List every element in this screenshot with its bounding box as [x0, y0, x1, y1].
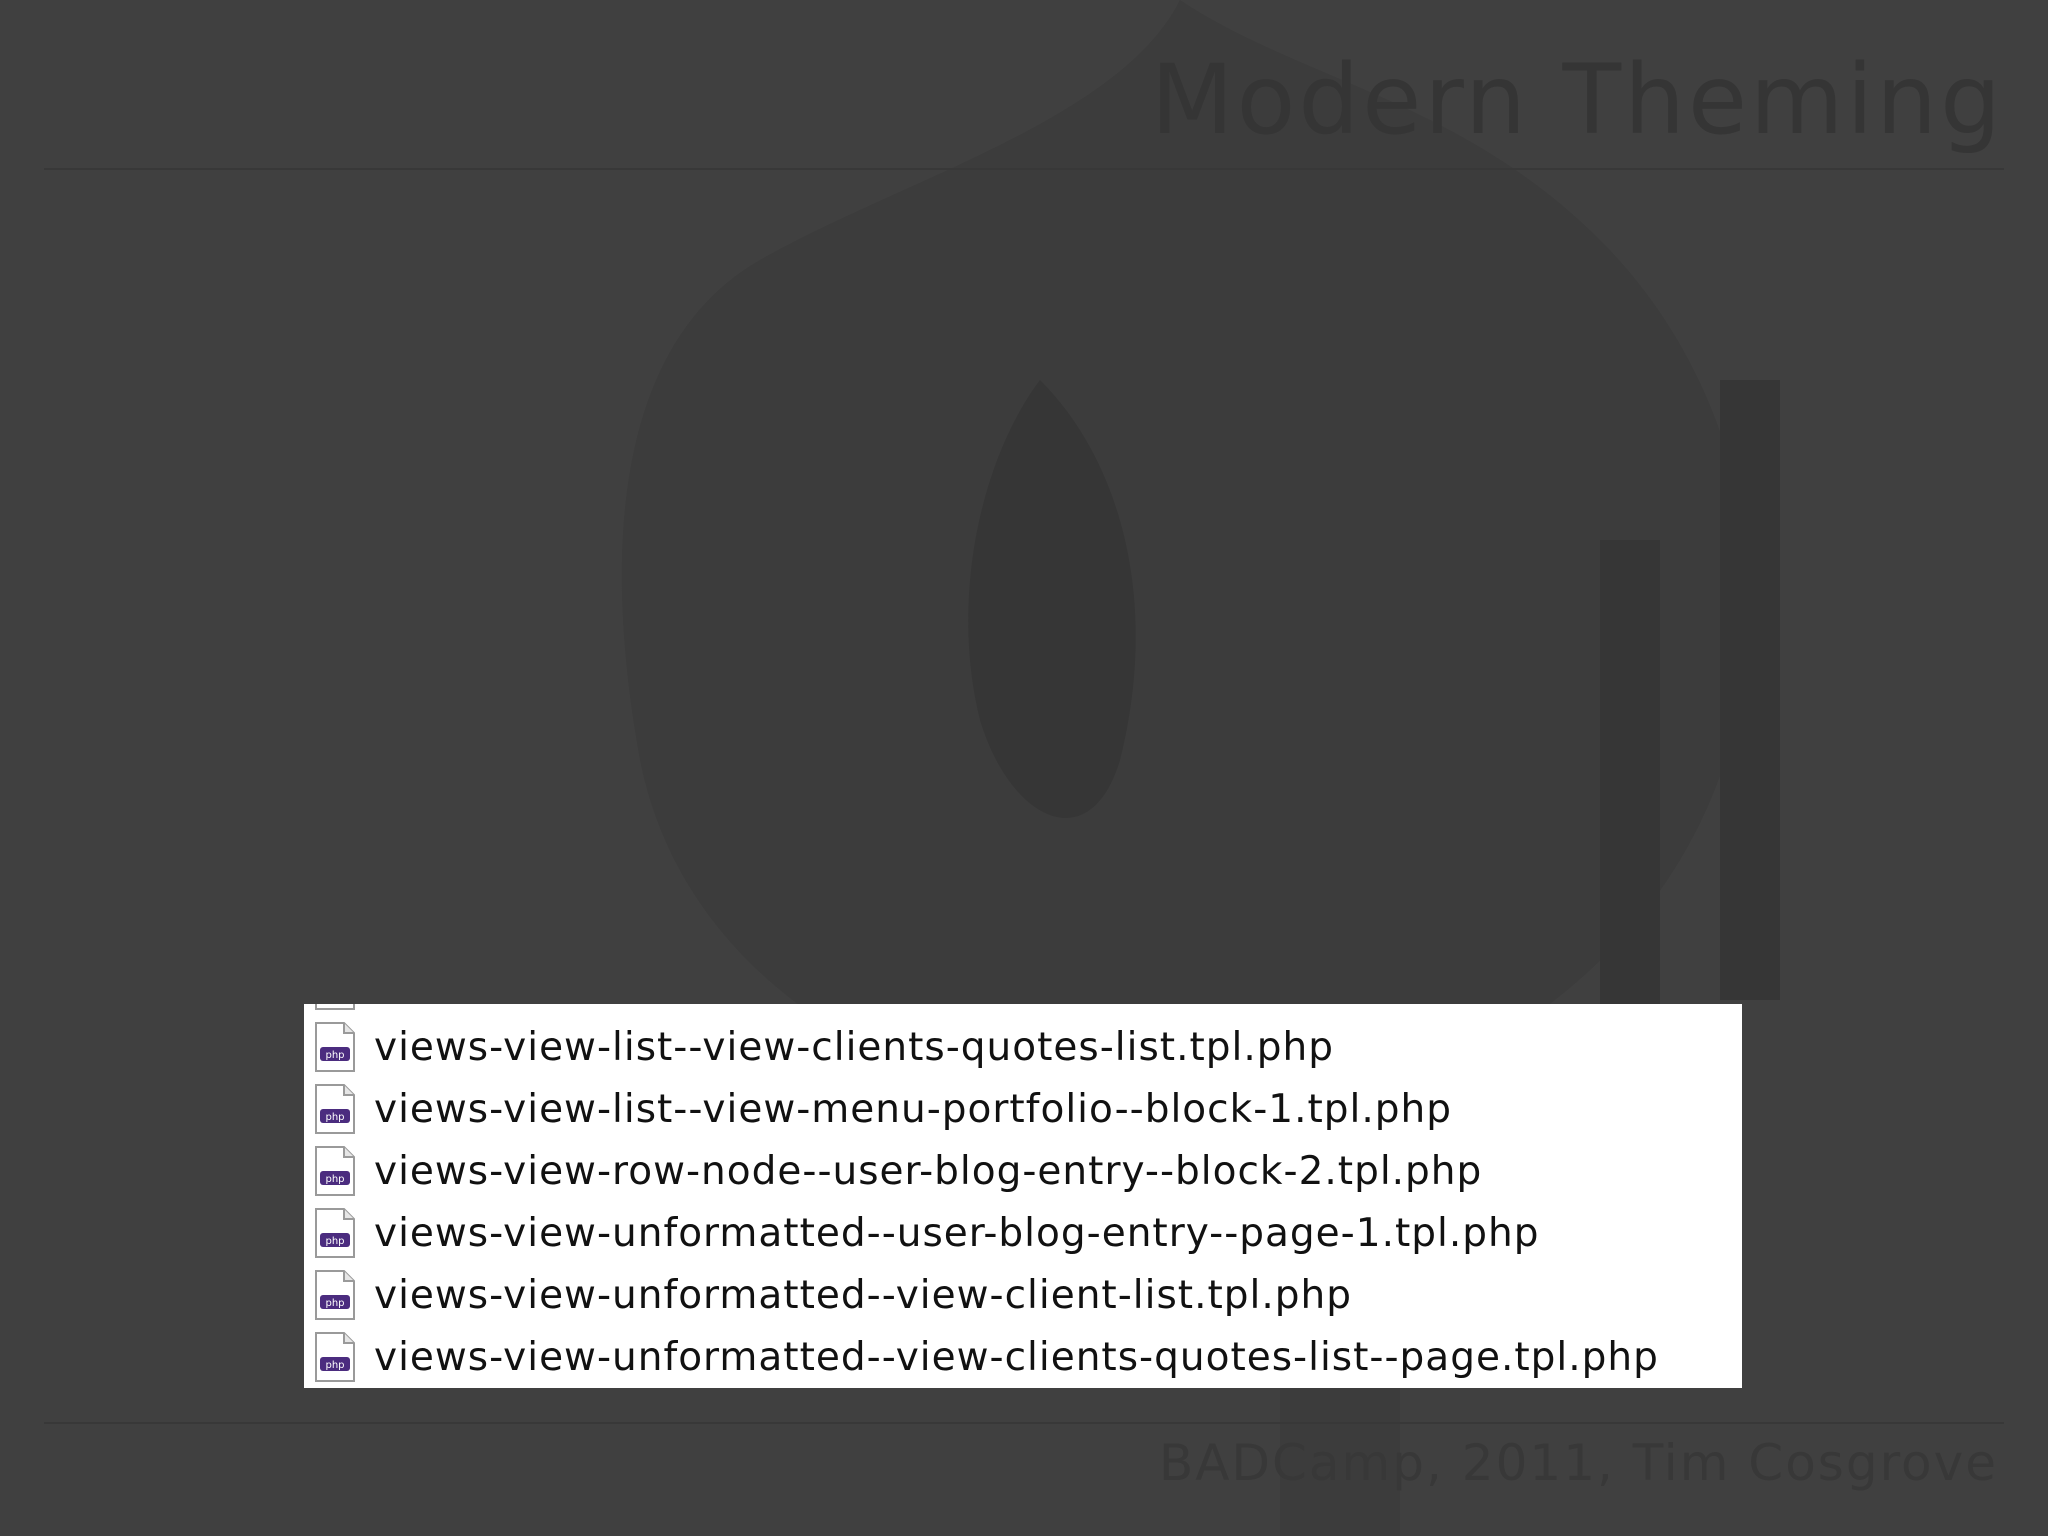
file-row[interactable]: php views-view-unformatted--view-client-…	[304, 1264, 1742, 1326]
svg-text:php: php	[325, 1236, 344, 1247]
file-row[interactable]: php views-view-list--view-menu-portfolio…	[304, 1078, 1742, 1140]
php-file-icon	[315, 1004, 355, 1010]
php-file-icon: php	[315, 1022, 355, 1072]
svg-text:php: php	[325, 1360, 344, 1371]
php-file-icon: php	[315, 1208, 355, 1258]
slide: Modern Theming php views-view-list--view…	[0, 0, 2048, 1536]
file-row[interactable]: php views-view-unformatted--user-blog-en…	[304, 1202, 1742, 1264]
svg-text:php: php	[325, 1050, 344, 1061]
file-row[interactable]: php views-view-row-node--user-blog-entry…	[304, 1140, 1742, 1202]
svg-text:php: php	[325, 1174, 344, 1185]
svg-text:php: php	[325, 1298, 344, 1309]
file-name: views-view-unformatted--user-blog-entry-…	[374, 1210, 1540, 1256]
footer-divider	[44, 1422, 2004, 1424]
file-name: views-view-list--view-menu-portfolio--bl…	[374, 1086, 1452, 1132]
file-row[interactable]: php views-view-unformatted--view-clients…	[304, 1326, 1742, 1388]
file-name: views-view-row-node--user-blog-entry--bl…	[374, 1148, 1483, 1194]
file-list-panel: php views-view-list--view-clients-quotes…	[304, 1004, 1742, 1388]
php-file-icon: php	[315, 1084, 355, 1134]
slide-footer: BADCamp, 2011, Tim Cosgrove	[1158, 1434, 1998, 1492]
php-file-icon: php	[315, 1270, 355, 1320]
file-name: views-view-unformatted--view-client-list…	[374, 1272, 1352, 1318]
file-name: views-view-unformatted--view-clients-quo…	[374, 1334, 1659, 1380]
php-file-icon: php	[315, 1146, 355, 1196]
file-name: views-view-list--view-clients-quotes-lis…	[374, 1024, 1334, 1070]
file-row-cut-off	[304, 1004, 1742, 1016]
slide-title: Modern Theming	[1150, 44, 2004, 156]
title-divider	[44, 168, 2004, 170]
file-row[interactable]: php views-view-list--view-clients-quotes…	[304, 1016, 1742, 1078]
php-file-icon: php	[315, 1332, 355, 1382]
svg-text:php: php	[325, 1112, 344, 1123]
